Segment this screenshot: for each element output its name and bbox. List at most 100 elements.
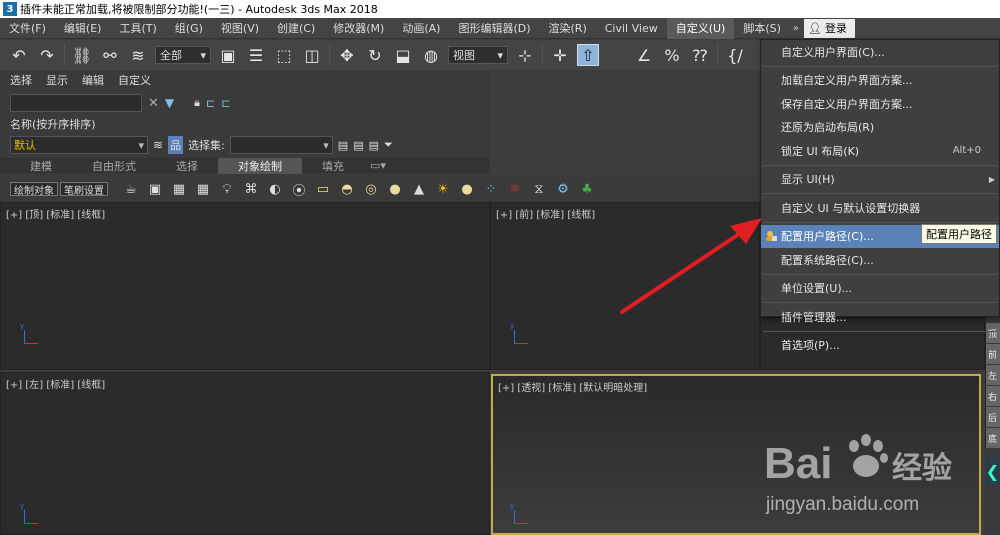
menu-item-7[interactable]: 动画(A) [393,18,449,39]
rect-selection-icon[interactable]: ⬚ [273,44,295,66]
viewport-front[interactable]: [+] [前] [标准] [线框] y [490,202,760,370]
link-icon[interactable]: ⛓ [71,44,93,66]
layer-select[interactable]: 默认 ▾ [10,136,148,154]
dropdown-item-4[interactable]: 还原为启动布局(R) [761,116,999,140]
menu-item-8[interactable]: 图形编辑器(D) [449,18,539,39]
geosphere-icon[interactable]: ● [458,180,476,198]
dropdown-item-3[interactable]: 保存自定义用户界面方案... [761,92,999,116]
se-menu-edit[interactable]: 编辑 [82,72,104,88]
cone-icon[interactable]: ▲ [410,180,428,198]
torus-icon[interactable]: ◎ [362,180,380,198]
menu-item-2[interactable]: 工具(T) [110,18,165,39]
se-menu-display[interactable]: 显示 [46,72,68,88]
layers-icon[interactable]: ≋ [153,138,163,152]
render-frame-icon[interactable]: ▣ [146,180,164,198]
select-manipulate-icon[interactable]: ✛ [549,44,571,66]
add-set-icon[interactable]: ▤ [353,139,363,152]
plant-icon[interactable]: ♣ [578,180,596,198]
menu-item-3[interactable]: 组(G) [166,18,212,39]
login-button[interactable]: 👤︎ 登录 [804,19,855,38]
camera-icon[interactable]: ⌘ [242,180,260,198]
sphere-icon[interactable]: ● [386,180,404,198]
select-by-name-icon[interactable]: ☰ [245,44,267,66]
selection-set-select[interactable]: ▾ [230,136,333,154]
app-icon[interactable]: 3 [3,2,17,16]
lock-icon[interactable]: 🔒︎ [194,96,200,110]
viewport-left-label[interactable]: [+] [左] [标准] [线框] [6,376,105,391]
viewport-perspective-label[interactable]: [+] [透视] [标准] [默认明暗处理] [498,379,647,394]
brush-settings-button[interactable]: 笔刷设置 [60,182,108,196]
edit-named-sets-icon[interactable]: {/ [724,44,746,66]
dropdown-item-0[interactable]: 自定义用户界面(C)... [761,40,999,64]
bind-space-warp-icon[interactable]: ≋ [127,44,149,66]
rotate-icon[interactable]: ↻ [364,44,386,66]
space-warp-icon[interactable]: ⧖ [530,180,548,198]
hemisphere-icon[interactable]: ◓ [338,180,356,198]
ribbon-options-icon[interactable]: ▭▾ [364,159,392,172]
plane-icon[interactable]: ▭ [314,180,332,198]
table-icon[interactable]: ▦ [194,180,212,198]
command-panel-tab-3[interactable]: 右 [985,386,1000,406]
viewport-left[interactable]: [+] [左] [标准] [线框] y [0,372,490,535]
menu-item-10[interactable]: Civil View [596,18,667,39]
viewport-top[interactable]: [+] [顶] [标准] [线框] y [0,202,490,370]
light-icon[interactable]: 💡︎ [218,180,236,198]
menu-item-6[interactable]: 修改器(M) [324,18,393,39]
viewport-front-label[interactable]: [+] [前] [标准] [线框] [496,206,595,221]
particles-icon[interactable]: ⁘ [482,180,500,198]
keyboard-shortcut-override-icon[interactable]: ⇧ [577,44,599,66]
hierarchy-toggle-icon[interactable]: 品 [168,136,183,154]
scene-search-input[interactable] [10,94,142,112]
dropdown-item-12[interactable]: 配置系统路径(C)... [761,248,999,272]
dropdown-item-18[interactable]: 首选项(P)... [761,334,999,358]
se-menu-select[interactable]: 选择 [10,72,32,88]
spinner-snap-icon[interactable]: ⁇ [689,44,711,66]
dropdown-item-9[interactable]: 自定义 UI 与默认设置切换器 [761,196,999,220]
percent-snap-icon[interactable]: % [661,44,683,66]
helper-icon[interactable]: ◐ [266,180,284,198]
remove-set-icon[interactable]: ▤ [369,139,379,152]
menu-overflow-icon[interactable]: » [790,23,802,34]
move-icon[interactable]: ✥ [336,44,358,66]
clear-search-icon[interactable]: ✕ [148,96,159,111]
hierarchy-icon[interactable]: ⊏ [206,97,215,110]
menu-item-9[interactable]: 渲染(R) [540,18,596,39]
snap-toggle-icon[interactable]: ⁲ [605,44,627,66]
select-object-icon[interactable]: ▣ [217,44,239,66]
dropdown-item-7[interactable]: 显示 UI(H) ▶ [761,168,999,192]
menu-item-4[interactable]: 视图(V) [212,18,268,39]
selection-filter-select[interactable]: 全部 ▾ [155,46,211,64]
menu-item-12[interactable]: 脚本(S) [734,18,790,39]
ribbon-tab-1[interactable]: 自由形式 [72,158,156,174]
gear-icon[interactable]: ⚙ [554,180,572,198]
unlink-icon[interactable]: ⚯ [99,44,121,66]
scale-icon[interactable]: ⬓ [392,44,414,66]
reference-coord-select[interactable]: 视图 ▾ [448,46,508,64]
menu-item-11[interactable]: 自定义(U) [667,18,735,39]
se-menu-customize[interactable]: 自定义 [118,72,151,88]
redo-icon[interactable]: ↷ [36,44,58,66]
angle-snap-icon[interactable]: ∠ [633,44,655,66]
material-editor-icon[interactable]: ▦ [170,180,188,198]
hierarchy-alt-icon[interactable]: ⊏ [221,97,230,110]
dropdown-item-5[interactable]: 锁定 UI 布局(K) Alt+0 [761,139,999,163]
name-column-header[interactable]: 名称(按升序排序) [0,116,490,134]
dropdown-item-14[interactable]: 单位设置(U)... [761,277,999,301]
command-panel-tab-2[interactable]: 左 [985,365,1000,385]
undo-icon[interactable]: ↶ [8,44,30,66]
menu-item-0[interactable]: 文件(F) [0,18,55,39]
dropdown-item-16[interactable]: 插件管理器... [761,305,999,329]
place-icon[interactable]: ◍ [420,44,442,66]
ribbon-tab-3[interactable]: 对象绘制 [218,158,302,174]
molecule-icon[interactable]: ⚛ [506,180,524,198]
pivot-center-icon[interactable]: ⊹ [514,44,536,66]
edit-set-icon[interactable]: ▤ [338,139,348,152]
menu-item-5[interactable]: 创建(C) [268,18,324,39]
ribbon-tab-4[interactable]: 填充 [302,158,364,174]
sun-icon[interactable]: ☀ [434,180,452,198]
window-crossing-icon[interactable]: ◫ [301,44,323,66]
dropdown-item-2[interactable]: 加载自定义用户界面方案... [761,69,999,93]
render-icon[interactable]: ⦿ [290,180,308,198]
viewport-top-label[interactable]: [+] [顶] [标准] [线框] [6,206,105,221]
ribbon-tab-2[interactable]: 选择 [156,158,218,174]
